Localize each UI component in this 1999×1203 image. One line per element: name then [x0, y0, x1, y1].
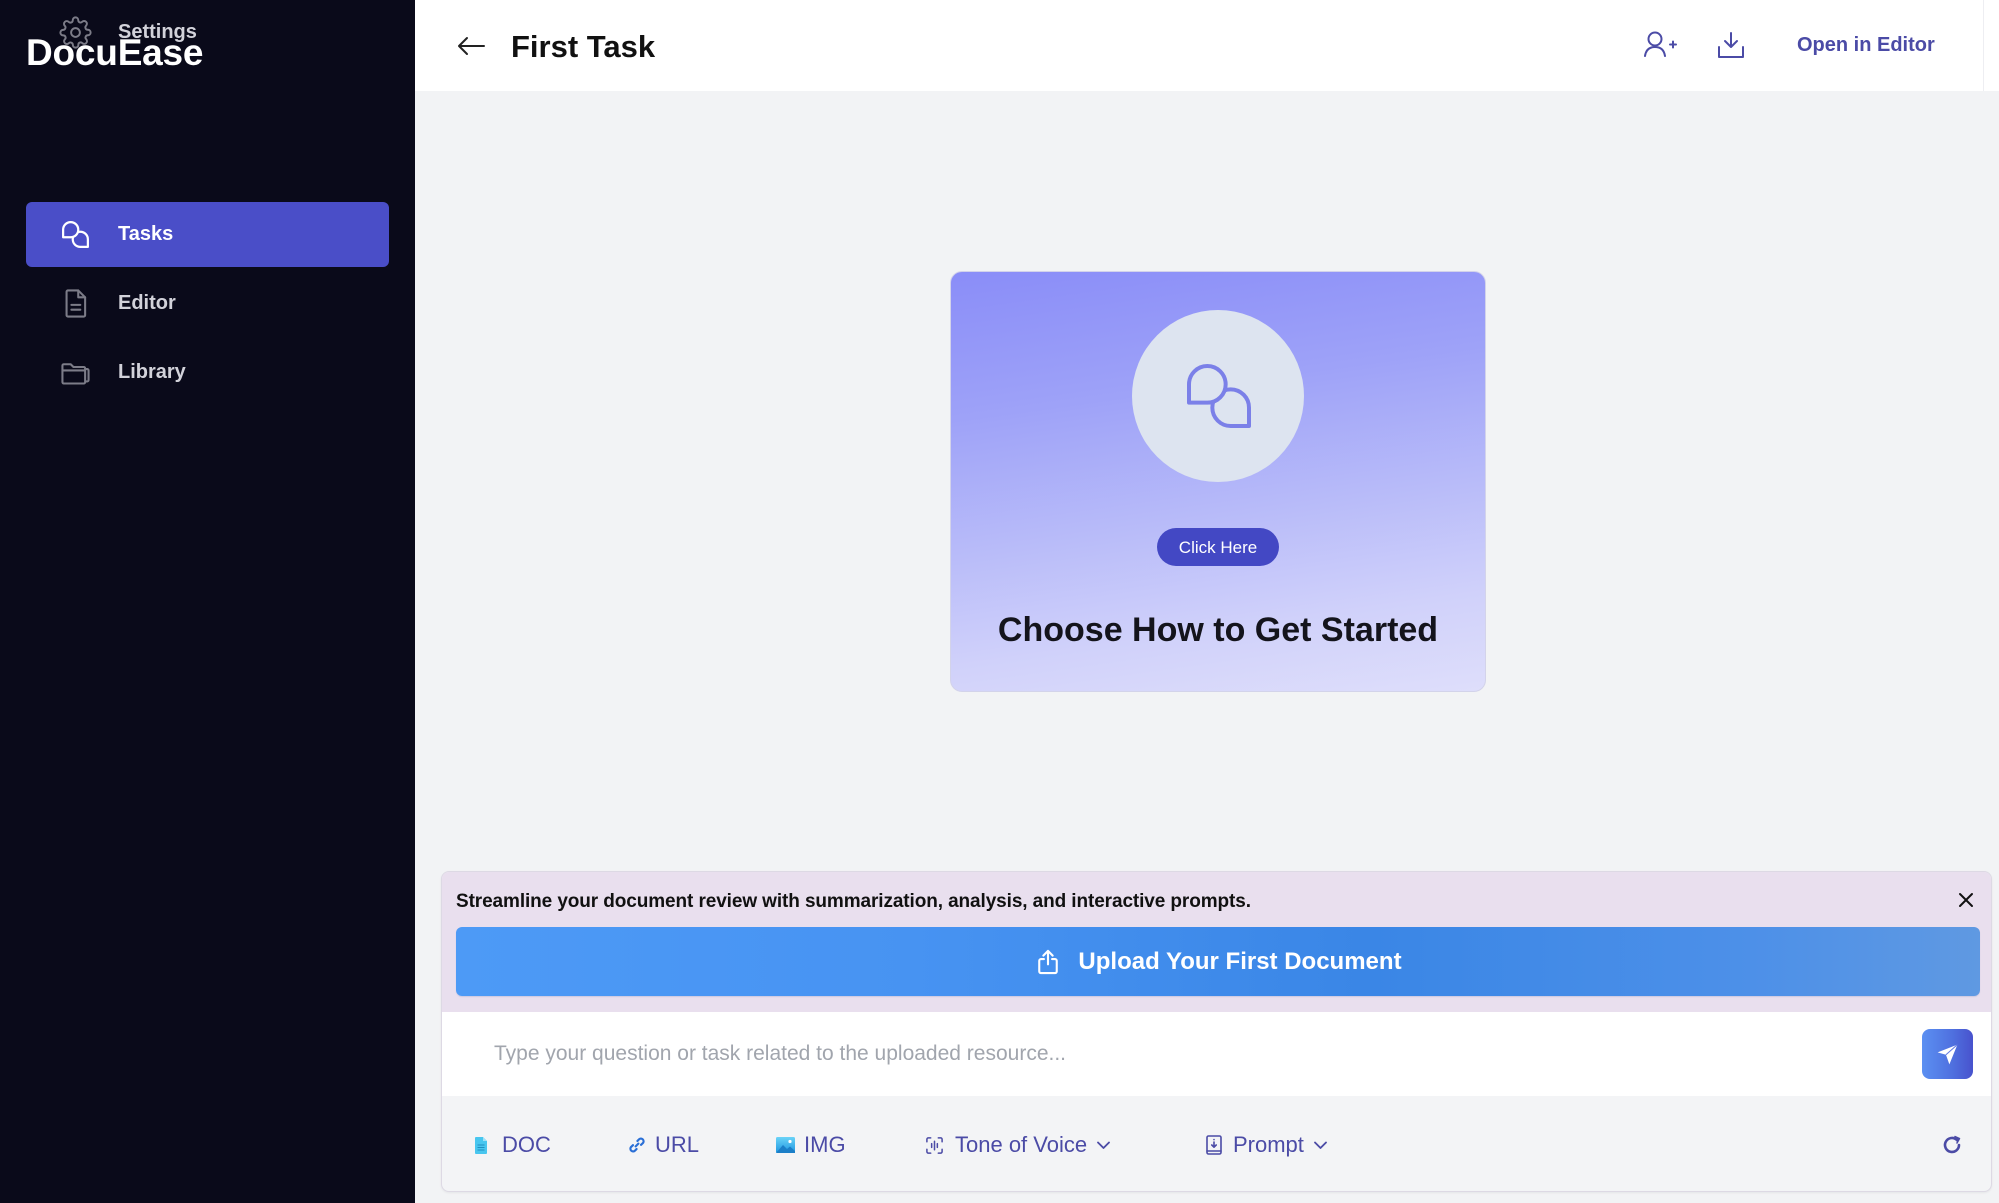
upload-banner: Streamline your document review with sum… [442, 872, 1991, 1012]
voice-scan-icon [926, 1136, 943, 1154]
sidebar-item-label: Library [118, 361, 186, 383]
banner-message: Streamline your document review with sum… [456, 891, 1251, 912]
document-icon [65, 289, 87, 318]
attach-url-button[interactable]: URL [628, 1130, 699, 1160]
refresh-icon[interactable] [1941, 1134, 1963, 1156]
tool-label: DOC [502, 1132, 551, 1157]
sidebar-item-settings[interactable]: Settings [26, 0, 389, 65]
chevron-down-icon [1314, 1141, 1327, 1149]
card-title: Choose How to Get Started [997, 611, 1439, 649]
page-title: First Task [511, 29, 656, 64]
sidebar: DocuEase Tasks Editor Library Settings [0, 0, 415, 1203]
prompt-dropdown[interactable]: Prompt [1205, 1130, 1328, 1160]
upload-icon [1038, 949, 1059, 974]
doc-file-icon [475, 1136, 487, 1154]
upload-document-button[interactable]: Upload Your First Document [456, 927, 1980, 996]
sidebar-item-label: Settings [118, 21, 197, 43]
tool-label: Prompt [1233, 1132, 1304, 1157]
chevron-down-icon [1097, 1141, 1111, 1149]
chat-bubbles-icon [1187, 364, 1251, 428]
tone-of-voice-dropdown[interactable]: Tone of Voice [925, 1130, 1111, 1160]
download-icon[interactable] [1716, 31, 1746, 59]
get-started-card[interactable]: Click Here Choose How to Get Started [950, 271, 1486, 692]
send-button[interactable] [1922, 1029, 1973, 1079]
header-divider [1983, 0, 1984, 91]
top-header: First Task Open in Editor [415, 0, 1999, 91]
tool-label: IMG [804, 1132, 846, 1157]
card-icon-circle [1132, 310, 1304, 482]
upload-document-label: Upload Your First Document [1078, 947, 1402, 975]
composer-panel: Streamline your document review with sum… [441, 871, 1992, 1192]
image-icon [776, 1137, 795, 1153]
sidebar-item-label: Editor [118, 292, 176, 314]
chat-bubbles-icon [62, 221, 89, 248]
prompt-input[interactable] [442, 1012, 1902, 1096]
open-in-editor-link[interactable]: Open in Editor [1797, 35, 1935, 55]
sidebar-item-label: Tasks [118, 223, 174, 245]
tool-label: Tone of Voice [955, 1132, 1088, 1157]
prompt-input-area [442, 1012, 1991, 1096]
click-here-button[interactable]: Click Here [1157, 528, 1279, 566]
sidebar-item-tasks[interactable]: Tasks [26, 202, 389, 267]
close-icon[interactable] [1957, 891, 1975, 909]
send-icon [1937, 1044, 1958, 1065]
attach-doc-button[interactable]: DOC [475, 1130, 551, 1160]
tool-label: URL [655, 1132, 700, 1157]
prompt-book-icon [1206, 1135, 1222, 1155]
attach-image-button[interactable]: IMG [776, 1130, 846, 1160]
user-plus-icon[interactable] [1643, 31, 1679, 57]
arrow-left-icon[interactable] [456, 34, 486, 58]
folder-icon [61, 363, 90, 385]
sidebar-item-editor[interactable]: Editor [26, 271, 389, 336]
link-icon [629, 1137, 645, 1153]
gear-icon [59, 16, 92, 49]
sidebar-item-library[interactable]: Library [26, 340, 389, 405]
